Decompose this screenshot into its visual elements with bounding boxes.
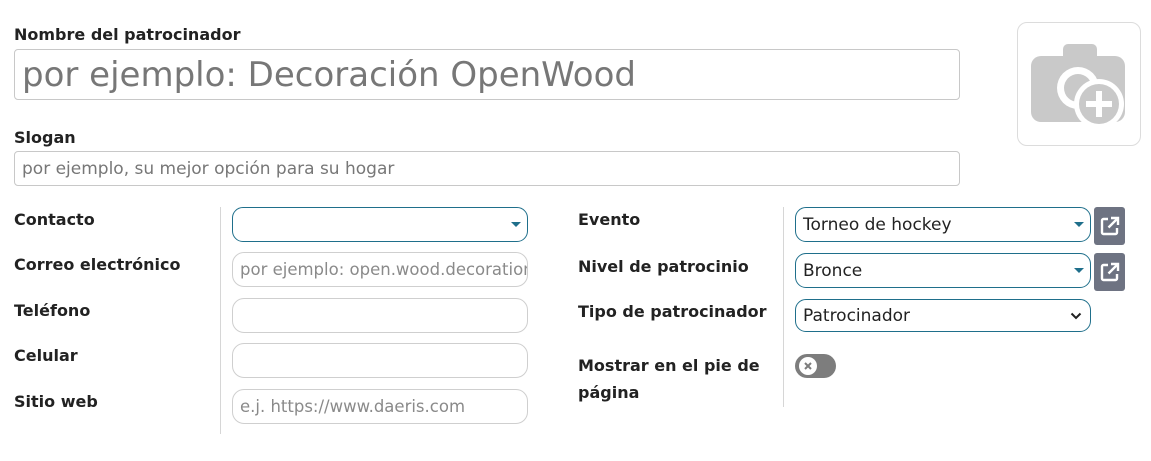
- sponsor-type-label: Tipo de patrocinador: [578, 302, 767, 321]
- caret-down-icon: [1074, 221, 1084, 227]
- contact-label: Contacto: [14, 210, 95, 229]
- x-icon: [804, 362, 812, 370]
- website-input[interactable]: e.j. https://www.daeris.com: [232, 389, 528, 424]
- level-open-button[interactable]: [1094, 253, 1125, 291]
- photo-upload[interactable]: [1017, 22, 1141, 146]
- sponsor-name-input[interactable]: por ejemplo: Decoración OpenWood: [14, 49, 960, 100]
- slogan-placeholder: por ejemplo, su mejor opción para su hog…: [22, 158, 395, 179]
- camera-plus-icon: [1031, 44, 1125, 129]
- level-value: Bronce: [803, 260, 863, 281]
- event-value: Torneo de hockey: [803, 214, 952, 235]
- chevron-down-icon: [1070, 312, 1082, 319]
- website-label: Sitio web: [14, 392, 98, 411]
- mobile-input[interactable]: [232, 343, 528, 378]
- website-placeholder: e.j. https://www.daeris.com: [240, 397, 466, 416]
- caret-down-icon: [511, 221, 521, 227]
- sponsor-type-value: Patrocinador: [803, 305, 911, 326]
- contact-select[interactable]: [232, 207, 528, 242]
- level-select[interactable]: Bronce: [795, 253, 1091, 288]
- email-input[interactable]: por ejemplo: open.wood.decoration@exampl…: [232, 252, 528, 287]
- caret-down-icon: [1074, 267, 1084, 273]
- external-link-icon: [1100, 216, 1119, 236]
- column-divider: [220, 207, 221, 434]
- sponsor-name-label: Nombre del patrocinador: [14, 25, 241, 44]
- sponsor-name-placeholder: por ejemplo: Decoración OpenWood: [22, 54, 636, 95]
- sponsor-type-select[interactable]: Patrocinador: [795, 299, 1091, 332]
- footer-toggle[interactable]: [795, 354, 836, 378]
- event-label: Evento: [578, 210, 641, 229]
- column-divider-right: [783, 207, 784, 407]
- level-label: Nivel de patrocinio: [578, 257, 749, 276]
- slogan-label: Slogan: [14, 128, 76, 147]
- toggle-knob: [799, 357, 817, 375]
- slogan-input[interactable]: por ejemplo, su mejor opción para su hog…: [14, 151, 960, 186]
- event-open-button[interactable]: [1094, 207, 1125, 245]
- email-placeholder: por ejemplo: open.wood.decoration@exampl…: [240, 260, 527, 279]
- email-label: Correo electrónico: [14, 255, 181, 274]
- event-select[interactable]: Torneo de hockey: [795, 207, 1091, 242]
- phone-input[interactable]: [232, 298, 528, 333]
- phone-label: Teléfono: [14, 301, 91, 320]
- mobile-label: Celular: [14, 346, 78, 365]
- external-link-icon: [1100, 262, 1119, 282]
- footer-label: Mostrar en el pie de página: [578, 356, 760, 402]
